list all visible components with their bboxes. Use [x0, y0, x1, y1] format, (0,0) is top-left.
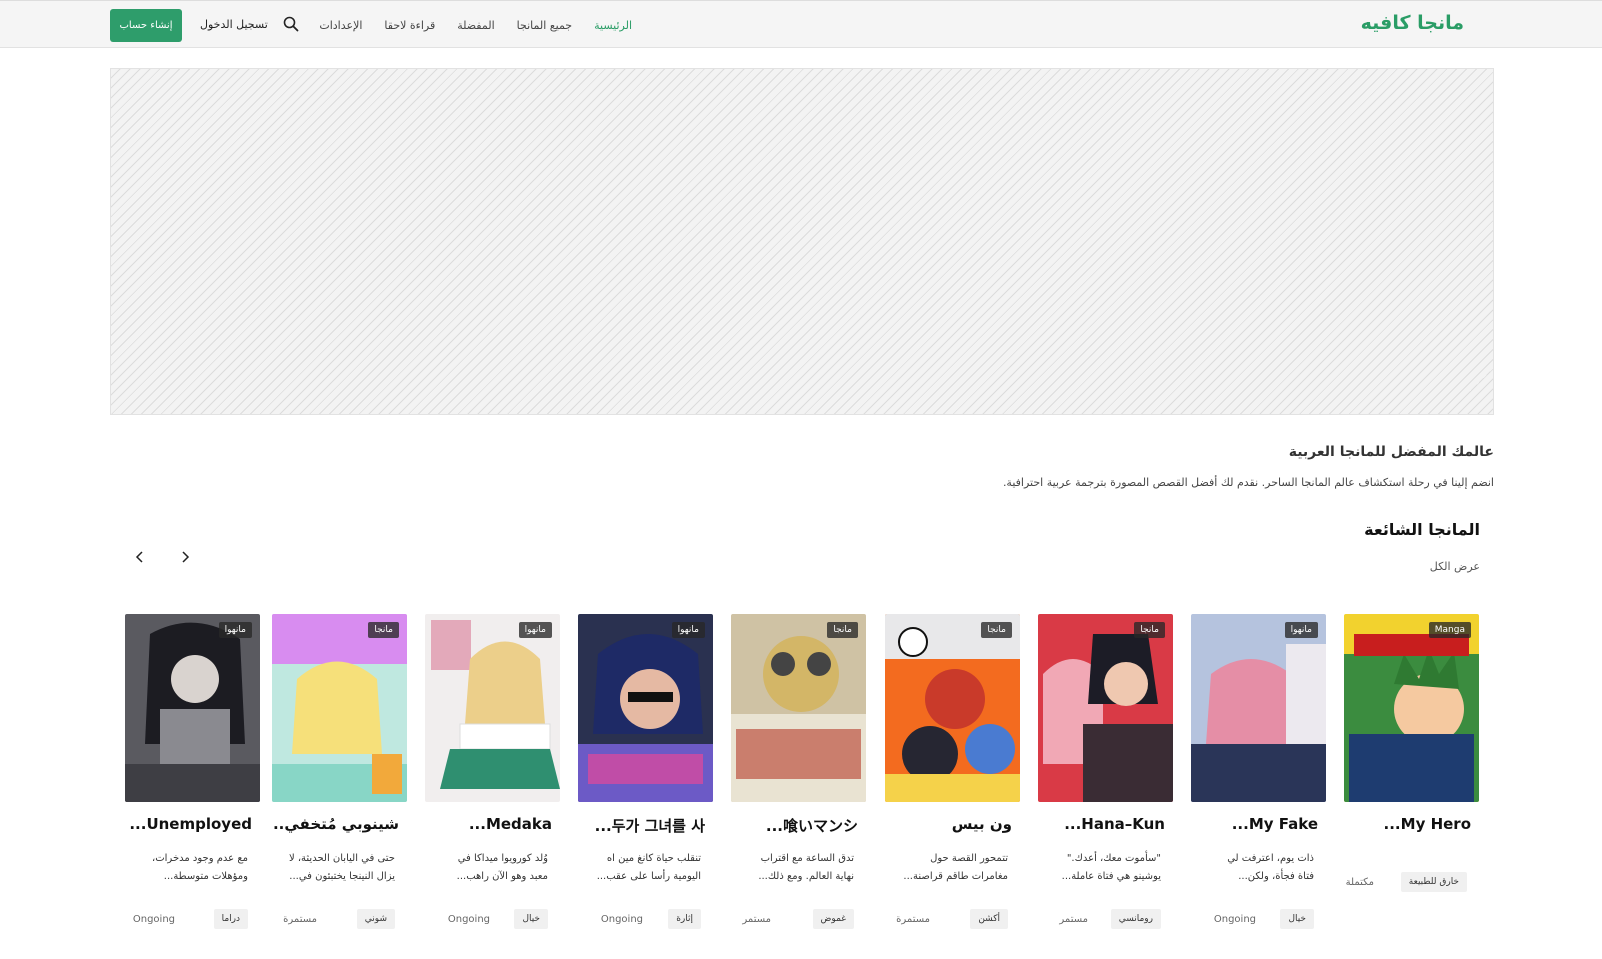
genre-tag[interactable]: خيال [1280, 909, 1314, 929]
type-badge: Manga [1428, 622, 1471, 638]
card-description: حتى في اليابان الحديثة، لا يزال النينجا … [275, 850, 395, 886]
card-description: ذات يوم، اعترفت لي فتاة فجأة، ولكن... [1194, 850, 1314, 886]
view-all-link[interactable]: عرض الكل [1430, 560, 1480, 573]
description-line: تدق الساعة مع اقتراب [760, 853, 854, 864]
card-title[interactable]: Medaka... [427, 815, 552, 833]
description-line: نهاية العالم. ومع ذلك... [758, 871, 854, 882]
description-line: تنقلب حياة كانغ مين اه [606, 853, 701, 864]
genre-tag[interactable]: شوني [356, 909, 395, 929]
description-line: وُلد كورويوا ميداكا في [457, 853, 548, 864]
genre-tag[interactable]: إثارة [668, 909, 701, 929]
description-line: تتمحور القصة حول [930, 853, 1008, 864]
description-line: ذات يوم، اعترفت لي [1227, 853, 1314, 864]
card-description: وُلد كورويوا ميداكا في معبد وهو الآن راه… [428, 850, 548, 886]
card-title[interactable]: ون بيس [887, 815, 1012, 833]
description-line: حتى في اليابان الحديثة، لا [288, 853, 395, 864]
genre-tag[interactable]: دراما [213, 909, 248, 929]
status-text: Ongoing [132, 914, 175, 925]
genre-tag[interactable]: أكشن [970, 909, 1008, 929]
genre-tag[interactable]: غموض [812, 909, 854, 929]
card-description: تدق الساعة مع اقتراب نهاية العالم. ومع ذ… [734, 850, 854, 886]
genre-tag[interactable]: خارق للطبيعة [1400, 872, 1467, 892]
description-line: مغامرات طاقم قراصنة... [903, 871, 1008, 882]
status-text: Ongoing [447, 914, 490, 925]
description-line: اليومية رأسا على عقب... [596, 871, 701, 882]
manga-card[interactable]: Manga My Hero... خارق للطبيعة مكتملة [1344, 614, 1479, 934]
type-badge: مانهوا [218, 622, 252, 638]
manga-card[interactable]: مانهوا 두가 그녀를 사... تنقلب حياة كانغ مين ا… [578, 614, 713, 934]
card-description: "سأموت معك، أعدك." يوشينو هي فتاة عاملة.… [1041, 850, 1161, 886]
description-line: معبد وهو الآن راهب... [456, 871, 548, 882]
status-text: Ongoing [1213, 914, 1256, 925]
nav-home[interactable]: الرئيسية [594, 19, 632, 32]
card-title[interactable]: 喰いマンシ... [733, 815, 858, 836]
intro-text: انضم إلينا في رحلة استكشاف عالم المانجا … [1002, 476, 1494, 489]
card-title[interactable]: شينوبي مُتخفي... [274, 815, 399, 833]
intro-title: عالمك المفضل للمانجا العربية [1288, 444, 1494, 460]
description-line: يزال النينجا يختبئون في... [289, 871, 395, 882]
card-title[interactable]: My Hero... [1346, 815, 1471, 833]
chevron-left-icon[interactable] [132, 549, 148, 565]
status-text: مستمرة [896, 914, 930, 925]
description-line: مع عدم وجود مدخرات، [152, 853, 248, 864]
top-navbar: مانجا كافيه الرئيسية جميع المانجا المفضل… [0, 0, 1602, 48]
description-line: "سأموت معك، أعدك." [1066, 853, 1161, 864]
manga-card[interactable]: مانجا Hana–Kun... "سأموت معك، أعدك." يوش… [1038, 614, 1173, 934]
main-nav: الرئيسية جميع المانجا المفضلة قراءة لاحق… [319, 19, 632, 32]
type-badge: مانهوا [671, 622, 705, 638]
chevron-right-icon[interactable] [177, 549, 193, 565]
type-badge: مانجا [368, 622, 399, 638]
card-title[interactable]: Unemployed... [127, 815, 252, 833]
section-title: المانجا الشائعة [1364, 520, 1480, 539]
nav-all-manga[interactable]: جميع المانجا [517, 19, 572, 32]
site-logo[interactable]: مانجا كافيه [1361, 12, 1464, 34]
type-badge: مانجا [827, 622, 858, 638]
manga-card[interactable]: مانهوا My Fake... ذات يوم، اعترفت لي فتا… [1191, 614, 1326, 934]
cover-image[interactable]: مانهوا [578, 614, 713, 802]
description-line: ومؤهلات متوسطة... [163, 871, 248, 882]
manga-card[interactable]: مانجا ون بيس تتمحور القصة حول مغامرات طا… [885, 614, 1020, 934]
signup-button[interactable]: إنشاء حساب [110, 9, 182, 42]
status-text: مستمرة [283, 914, 317, 925]
status-text: مكتملة [1345, 877, 1374, 888]
genre-tag[interactable]: خيال [514, 909, 548, 929]
card-description: مع عدم وجود مدخرات، ومؤهلات متوسطة... [128, 850, 248, 886]
banner-placeholder [110, 68, 1494, 415]
nav-favorites[interactable]: المفضلة [457, 19, 494, 32]
search-icon[interactable] [282, 15, 300, 33]
type-badge: مانجا [1134, 622, 1165, 638]
genre-tag[interactable]: رومانسي [1110, 909, 1161, 929]
manga-card[interactable]: مانهوا Medaka... وُلد كورويوا ميداكا في … [425, 614, 560, 934]
card-title[interactable]: My Fake... [1193, 815, 1318, 833]
cover-image[interactable]: مانهوا [425, 614, 560, 802]
cover-image[interactable]: مانجا [885, 614, 1020, 802]
status-text: مستمر [742, 914, 771, 925]
type-badge: مانجا [981, 622, 1012, 638]
cover-image[interactable]: مانجا [1038, 614, 1173, 802]
nav-read-later[interactable]: قراءة لاحقا [384, 19, 435, 32]
cover-image[interactable]: مانهوا [125, 614, 260, 802]
description-line: يوشينو هي فتاة عاملة... [1061, 871, 1161, 882]
nav-settings[interactable]: الإعدادات [319, 19, 362, 32]
manga-card[interactable]: مانهوا Unemployed... مع عدم وجود مدخرات،… [125, 614, 260, 934]
description-line: فتاة فجأة، ولكن... [1238, 871, 1314, 882]
card-title[interactable]: Hana–Kun... [1040, 815, 1165, 833]
card-description: تتمحور القصة حول مغامرات طاقم قراصنة... [888, 850, 1008, 886]
cover-image[interactable]: Manga [1344, 614, 1479, 802]
cover-image[interactable]: مانهوا [1191, 614, 1326, 802]
status-text: مستمر [1059, 914, 1088, 925]
login-link[interactable]: تسجيل الدخول [200, 18, 268, 31]
type-badge: مانهوا [1284, 622, 1318, 638]
type-badge: مانهوا [518, 622, 552, 638]
card-title[interactable]: 두가 그녀를 사... [580, 815, 705, 836]
cover-image[interactable]: مانجا [272, 614, 407, 802]
cover-image[interactable]: مانجا [731, 614, 866, 802]
manga-card[interactable]: مانجا 喰いマンシ... تدق الساعة مع اقتراب نهاي… [731, 614, 866, 934]
card-description: تنقلب حياة كانغ مين اه اليومية رأسا على … [581, 850, 701, 886]
manga-card[interactable]: مانجا شينوبي مُتخفي... حتى في اليابان ال… [272, 614, 407, 934]
status-text: Ongoing [600, 914, 643, 925]
manga-carousel: Manga My Hero... خارق للطبيعة مكتملة مان… [125, 614, 1479, 934]
